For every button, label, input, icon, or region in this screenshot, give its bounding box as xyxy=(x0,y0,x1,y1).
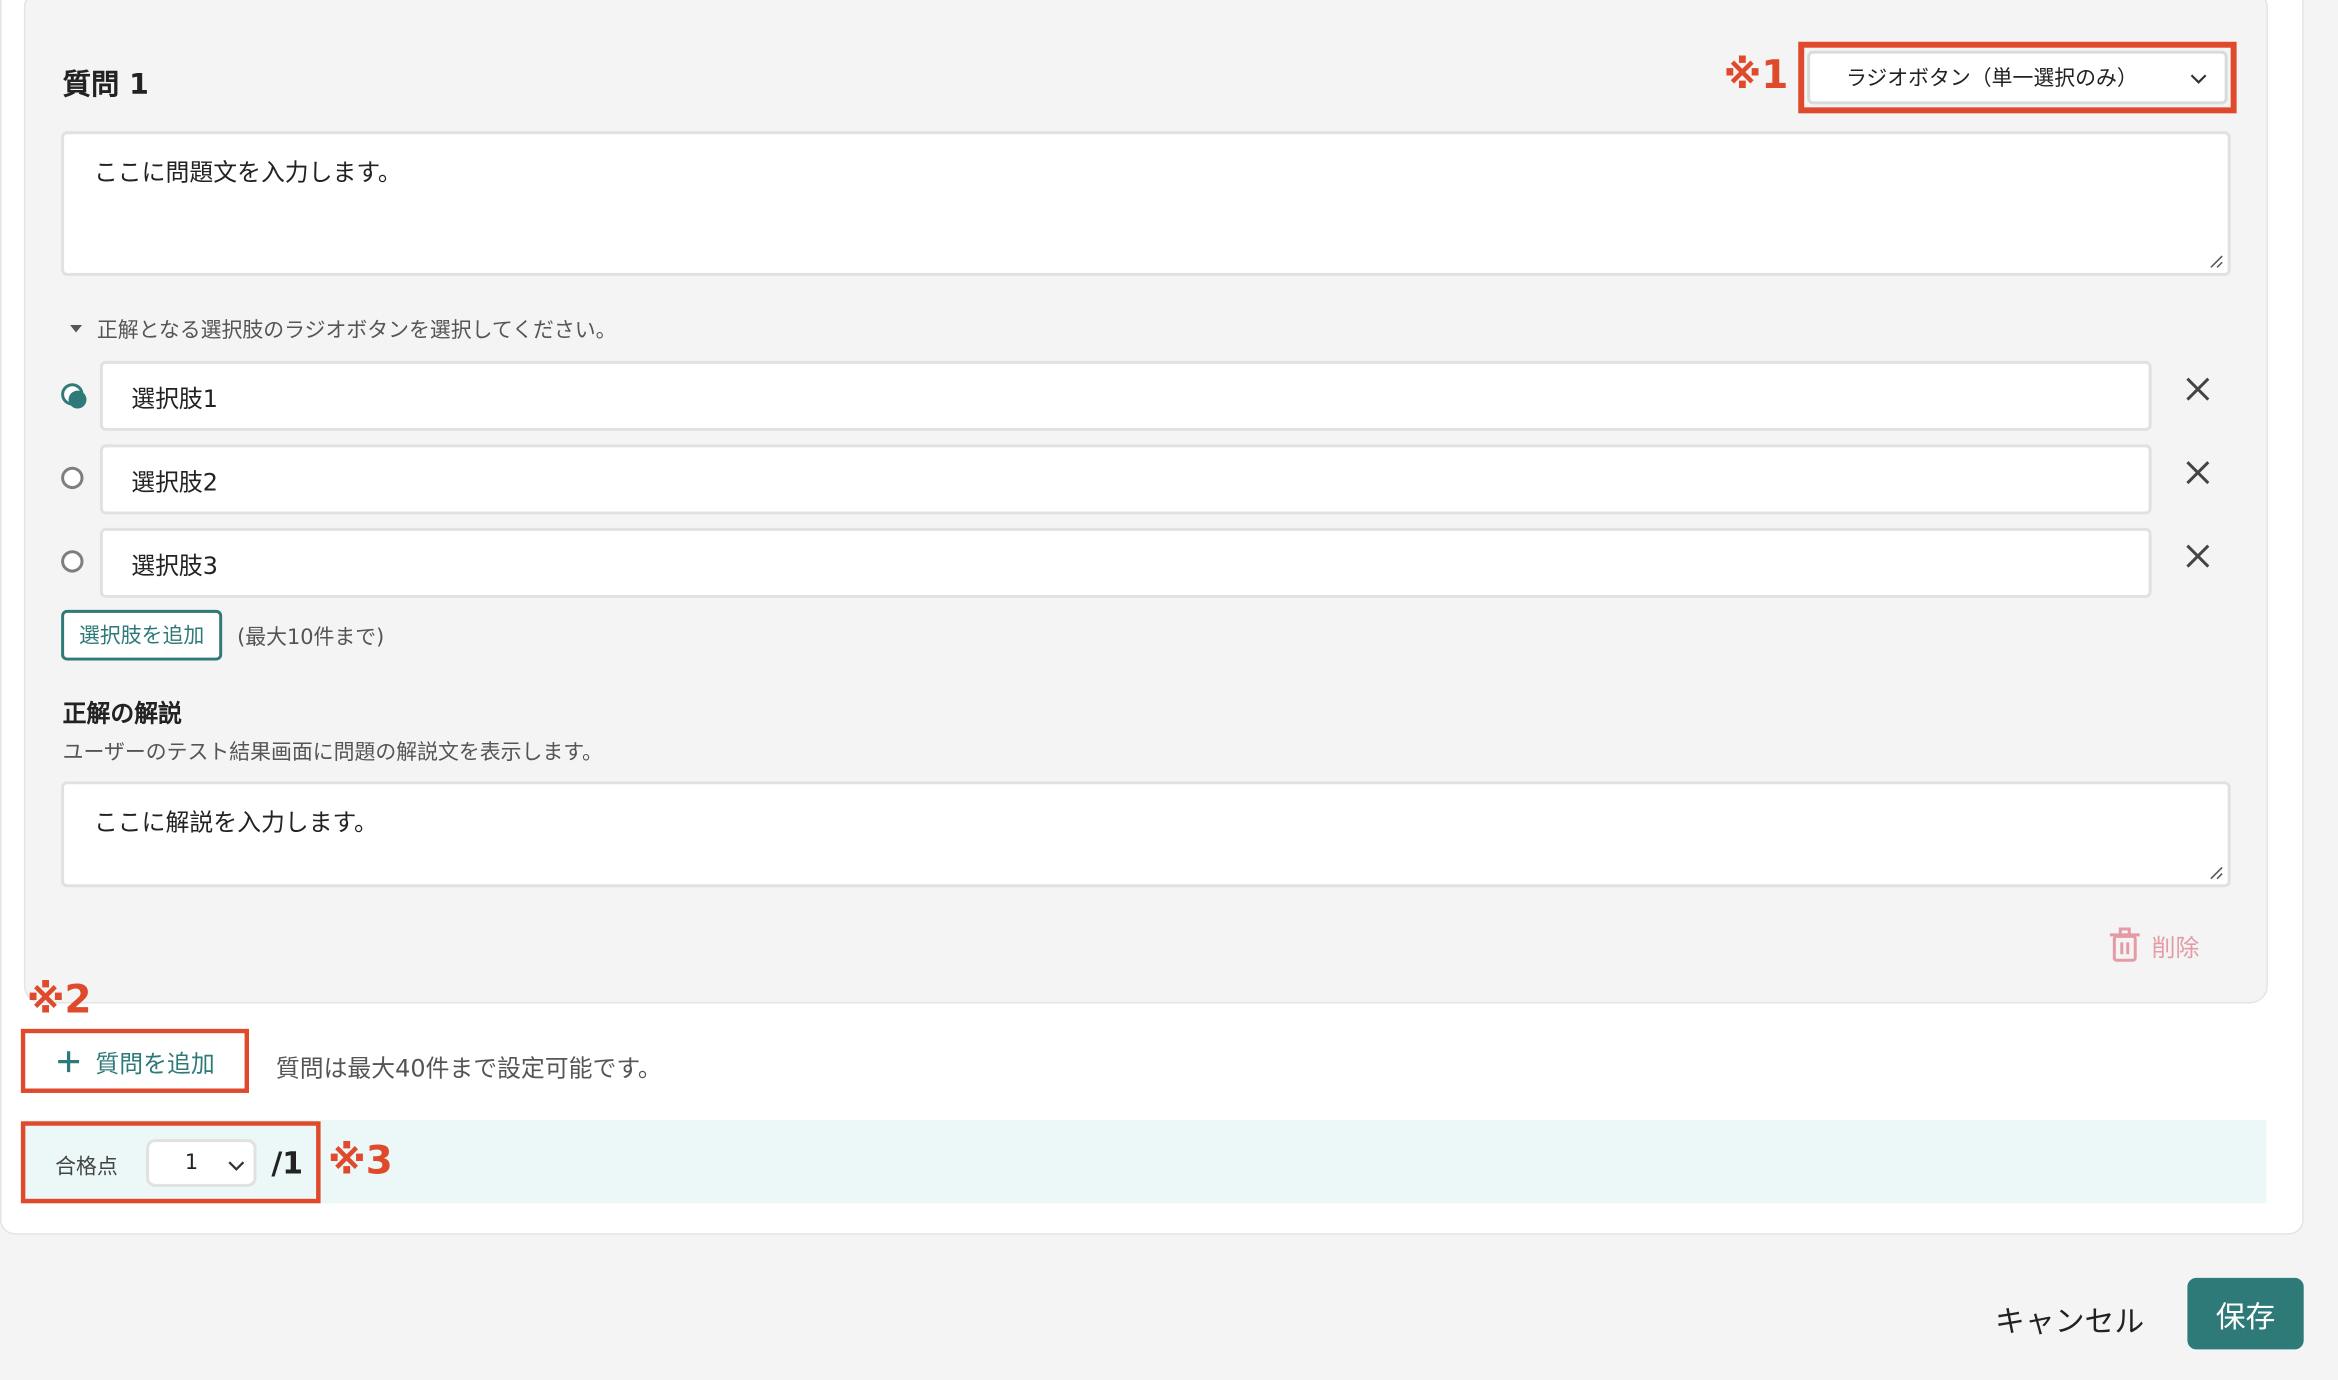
choice-label-1: 選択肢1 xyxy=(131,383,218,413)
pass-score-value: 1 xyxy=(184,1151,199,1175)
save-button[interactable]: 保存 xyxy=(2187,1277,2304,1350)
plus-icon xyxy=(58,1050,80,1072)
question-type-value: ラジオボタン（単一選択のみ） xyxy=(1845,67,2138,91)
choice-input-3[interactable]: 選択肢3 xyxy=(99,527,2152,598)
cancel-button[interactable]: キャンセル xyxy=(1995,1297,2144,1340)
add-question-note: 質問は最大40件まで設定可能です。 xyxy=(275,1054,662,1083)
question-type-select[interactable]: ラジオボタン（単一選択のみ） xyxy=(1807,50,2228,105)
delete-label: 削除 xyxy=(2151,933,2200,962)
explanation-text: ここに解説を入力します。 xyxy=(93,808,378,837)
chevron-down-icon xyxy=(228,1161,245,1171)
pass-score-label: 合格点 xyxy=(55,1155,118,1180)
choice-radio-3[interactable] xyxy=(61,550,84,573)
annotation-mark-1: ※1 xyxy=(1723,53,1789,99)
trash-icon xyxy=(2109,927,2140,962)
annotation-mark-2: ※2 xyxy=(26,978,92,1023)
add-question-label: 質問を追加 xyxy=(95,1048,215,1078)
choice-radio-2[interactable] xyxy=(61,466,84,490)
choice-input-1[interactable]: 選択肢1 xyxy=(99,360,2152,431)
resize-grip-icon[interactable] xyxy=(2207,863,2223,880)
add-question-button[interactable]: 質問を追加 xyxy=(25,1033,245,1089)
explanation-title: 正解の解説 xyxy=(62,699,182,728)
pass-score-total: /1 xyxy=(271,1145,304,1181)
question-body-textarea[interactable]: ここに問題文を入力します。 xyxy=(61,131,2231,276)
remove-choice-1-icon[interactable] xyxy=(2183,374,2213,404)
choice-hint-text: 正解となる選択肢のラジオボタンを選択してください。 xyxy=(96,319,617,343)
add-choice-note: (最大10件まで) xyxy=(237,626,385,651)
delete-question-button[interactable]: 削除 xyxy=(2108,927,2199,963)
remove-choice-3-icon[interactable] xyxy=(2183,541,2213,571)
choice-label-3: 選択肢3 xyxy=(131,550,218,580)
page-root: 質問 1 ※1 ラジオボタン（単一選択のみ） ここに問題文を入力します。 正解とな… xyxy=(0,0,2338,1380)
question-body-text: ここに問題文を入力します。 xyxy=(93,158,402,187)
choice-radio-1[interactable] xyxy=(61,383,87,409)
pass-score-select[interactable]: 1 xyxy=(146,1139,257,1187)
explanation-description: ユーザーのテスト結果画面に問題の解説文を表示します。 xyxy=(62,741,603,765)
remove-choice-2-icon[interactable] xyxy=(2183,458,2213,488)
add-choice-button[interactable]: 選択肢を追加 xyxy=(61,609,223,661)
choice-hint[interactable]: 正解となる選択肢のラジオボタンを選択してください。 xyxy=(67,315,617,345)
choice-label-2: 選択肢2 xyxy=(131,467,218,496)
explanation-textarea[interactable]: ここに解説を入力します。 xyxy=(61,781,2231,888)
chevron-down-icon xyxy=(2190,74,2207,84)
annotation-mark-3: ※3 xyxy=(328,1139,393,1184)
question-title: 質問 1 xyxy=(62,68,149,102)
caret-down-icon xyxy=(70,325,83,333)
resize-grip-icon[interactable] xyxy=(2207,252,2223,268)
choice-input-2[interactable]: 選択肢2 xyxy=(99,444,2152,515)
